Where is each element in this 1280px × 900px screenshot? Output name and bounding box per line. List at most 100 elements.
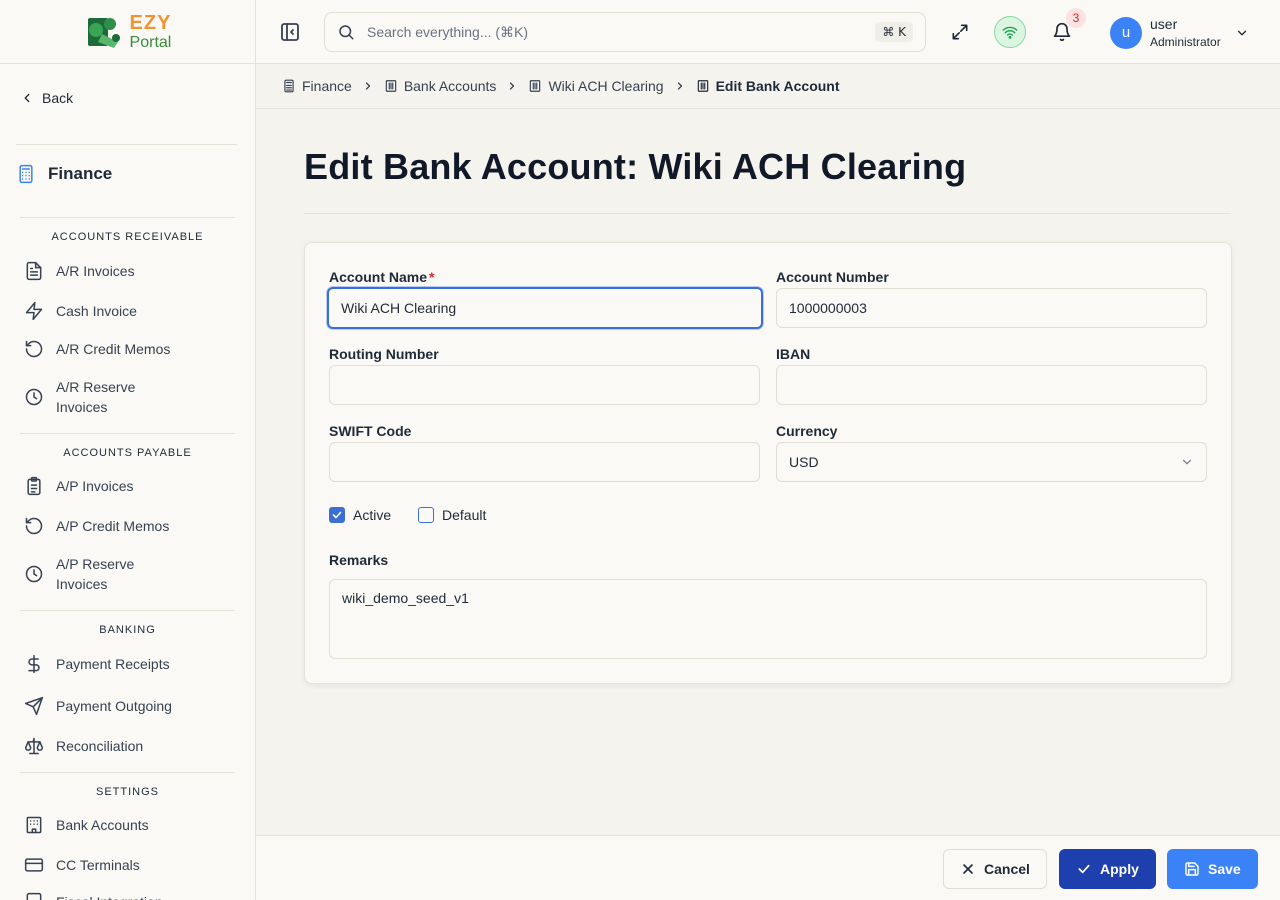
routing-number-input[interactable] <box>329 365 760 405</box>
connection-status-button[interactable] <box>994 16 1026 48</box>
sidebar-divider <box>16 144 237 145</box>
expand-icon <box>952 24 968 40</box>
sidebar-item-label: A/P Reserve Invoices <box>56 556 135 592</box>
bank-icon <box>530 80 541 92</box>
back-button[interactable]: Back <box>20 90 73 106</box>
section-label-ar: ACCOUNTS RECEIVABLE <box>51 231 204 243</box>
sidebar-item-ap-reserve-invoices[interactable]: A/P Reserve Invoices <box>24 554 174 594</box>
search-input[interactable] <box>367 24 876 40</box>
sidebar-item-payment-outgoing[interactable]: Payment Outgoing <box>24 696 224 716</box>
page-title: Edit Bank Account: Wiki ACH Clearing <box>304 146 967 187</box>
sidebar-item-ap-credit-memos[interactable]: A/P Credit Memos <box>24 516 224 536</box>
sidebar-item-label: Payment Receipts <box>56 656 170 672</box>
swift-code-input[interactable] <box>329 442 760 482</box>
sidebar-item-bank-accounts[interactable]: Bank Accounts <box>24 815 224 835</box>
user-menu[interactable]: u user Administrator <box>1110 16 1249 49</box>
chevron-right-icon <box>510 82 515 90</box>
currency-value: USD <box>789 454 819 470</box>
clock-icon <box>25 565 43 583</box>
user-role: Administrator <box>1150 34 1221 49</box>
app-logo[interactable]: EZY Portal <box>84 12 172 52</box>
sidebar-item-fiscal-integration[interactable]: Fiscal Integration <box>24 892 224 900</box>
breadcrumb-item-finance[interactable]: Finance <box>282 78 352 94</box>
breadcrumb-label: Edit Bank Account <box>715 78 840 94</box>
section-label-ap: ACCOUNTS PAYABLE <box>63 447 192 459</box>
cancel-button[interactable]: Cancel <box>943 849 1047 889</box>
check-icon <box>1078 864 1090 874</box>
module-title: Finance <box>16 164 112 184</box>
bank-icon <box>385 80 397 92</box>
sidebar-item-label: A/R Reserve Invoices <box>56 379 136 415</box>
default-label: Default <box>442 507 487 523</box>
sidebar-item-label: Bank Accounts <box>56 817 149 833</box>
send-icon <box>24 696 44 716</box>
clock-icon <box>25 388 43 406</box>
sidebar-item-label: A/R Invoices <box>56 263 135 279</box>
sidebar-item-ar-reserve-invoices[interactable]: A/R Reserve Invoices <box>24 377 174 417</box>
notification-badge: 3 <box>1066 8 1086 28</box>
breadcrumb-item-current: Edit Bank Account <box>696 78 840 94</box>
account-number-label: Account Number <box>776 269 889 285</box>
sidebar-item-label: A/R Credit Memos <box>56 341 171 357</box>
currency-select[interactable]: USD <box>776 442 1207 482</box>
sidebar-item-label: Payment Outgoing <box>56 698 172 714</box>
rotate-ccw-icon <box>25 340 43 358</box>
sidebar-item-label: Fiscal Integration <box>56 892 163 900</box>
sidebar: EZY Portal Back Finance ACCOUNTS RECEIVA… <box>0 0 256 900</box>
sidebar-toggle-button[interactable] <box>278 20 302 44</box>
remarks-textarea[interactable]: wiki_demo_seed_v1 <box>329 579 1207 659</box>
section-label-settings: SETTINGS <box>95 786 159 798</box>
apply-button[interactable]: Apply <box>1059 849 1156 889</box>
chevron-right-icon <box>365 82 370 90</box>
account-name-input[interactable] <box>327 287 763 329</box>
avatar: u <box>1110 16 1142 49</box>
rotate-ccw-icon <box>25 517 43 535</box>
calculator-icon <box>19 164 33 184</box>
default-checkbox-box[interactable] <box>418 507 434 523</box>
breadcrumb-label: Wiki ACH Clearing <box>548 78 664 94</box>
breadcrumb-item-bank-accounts[interactable]: Bank Accounts <box>384 78 497 94</box>
sidebar-item-ar-invoices[interactable]: A/R Invoices <box>24 261 224 281</box>
search-shortcut: ⌘ K <box>875 22 913 42</box>
topbar: ⌘ K 3 u user Administrator <box>256 0 1280 64</box>
sidebar-item-label: CC Terminals <box>56 857 140 873</box>
lightning-icon <box>25 301 43 321</box>
active-checkbox[interactable]: Active <box>329 507 391 523</box>
breadcrumb-item-record[interactable]: Wiki ACH Clearing <box>528 78 664 94</box>
save-button[interactable]: Save <box>1167 849 1258 889</box>
save-label: Save <box>1208 861 1241 877</box>
iban-input[interactable] <box>776 365 1207 405</box>
check-icon <box>332 511 342 519</box>
fullscreen-button[interactable] <box>950 22 970 42</box>
account-number-input[interactable] <box>776 288 1207 328</box>
chevron-right-icon <box>677 82 682 90</box>
section-label-banking: BANKING <box>99 624 156 636</box>
logo-ezy: EZY <box>129 11 172 34</box>
sidebar-divider <box>20 433 235 434</box>
credit-card-icon <box>24 858 44 872</box>
user-name: user <box>1150 16 1178 32</box>
sidebar-item-reconciliation[interactable]: Reconciliation <box>24 736 224 756</box>
bank-icon <box>26 816 42 834</box>
back-label: Back <box>42 90 74 106</box>
sidebar-item-payment-receipts[interactable]: Payment Receipts <box>24 654 224 674</box>
search-box[interactable]: ⌘ K <box>324 12 926 52</box>
sidebar-item-cc-terminals[interactable]: CC Terminals <box>24 855 224 875</box>
file-text-icon <box>26 261 42 281</box>
clipboard-list-icon <box>27 476 41 496</box>
default-checkbox[interactable]: Default <box>418 507 486 523</box>
sidebar-item-ar-credit-memos[interactable]: A/R Credit Memos <box>24 339 224 359</box>
module-title-label: Finance <box>48 164 113 183</box>
sidebar-divider <box>20 772 235 773</box>
bank-account-form: Account Name* Account Number Routing Num… <box>304 242 1232 684</box>
breadcrumb-label: Bank Accounts <box>403 78 497 94</box>
dollar-icon <box>28 654 40 674</box>
cancel-label: Cancel <box>984 861 1030 877</box>
active-checkbox-box[interactable] <box>329 507 345 523</box>
currency-label: Currency <box>776 423 838 439</box>
sidebar-item-ap-invoices[interactable]: A/P Invoices <box>24 476 224 496</box>
chevron-down-icon <box>1237 30 1246 35</box>
logo-portal: Portal <box>129 33 172 51</box>
chevron-down-icon <box>1182 459 1192 465</box>
sidebar-item-cash-invoice[interactable]: Cash Invoice <box>24 301 224 321</box>
